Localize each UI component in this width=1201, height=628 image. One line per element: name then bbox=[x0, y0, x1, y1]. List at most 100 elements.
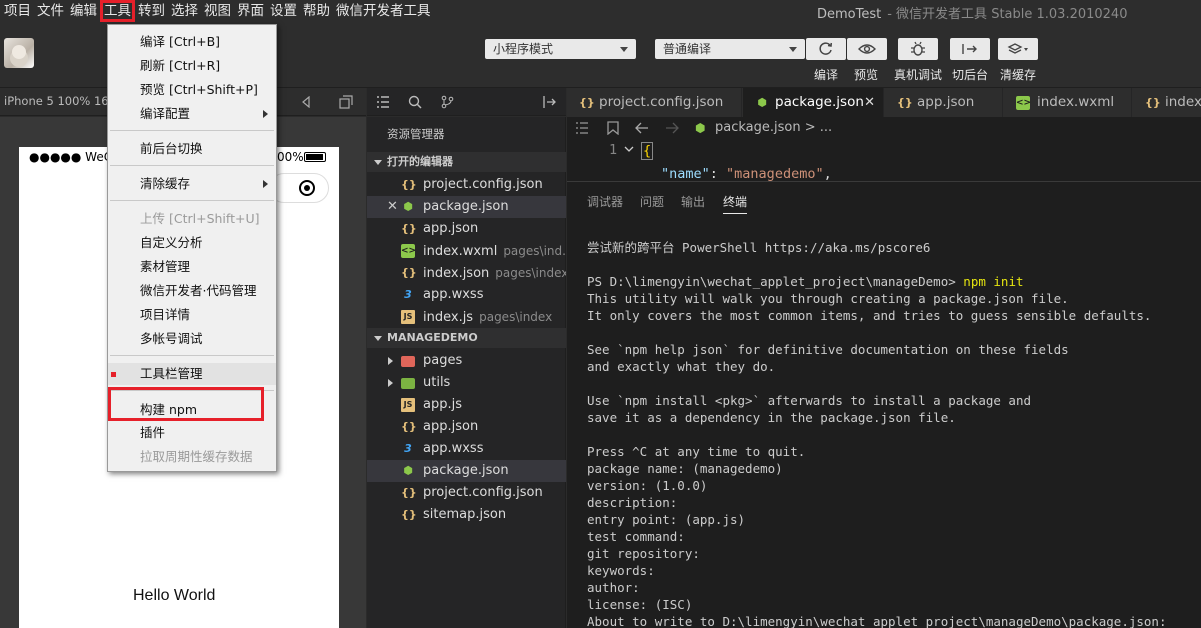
file-path: pages\index bbox=[479, 310, 553, 324]
open-editor-item[interactable]: {} project.config.json bbox=[367, 174, 566, 196]
file-name: project.config.json bbox=[423, 485, 543, 500]
menu-item-preview[interactable]: 预览 [Ctrl+Shift+P] bbox=[108, 79, 276, 101]
project-header[interactable]: MANAGEDEMO bbox=[367, 328, 566, 348]
bookmark-icon[interactable] bbox=[607, 121, 619, 135]
preview-label: 预览 bbox=[854, 68, 879, 82]
arrow-left-icon[interactable] bbox=[635, 122, 649, 134]
tab-problems[interactable]: 问题 bbox=[640, 193, 664, 210]
menu-settings[interactable]: 设置 bbox=[267, 0, 300, 22]
menu-item-foreground-background[interactable]: 前后台切换 bbox=[108, 138, 276, 160]
menu-help[interactable]: 帮助 bbox=[300, 0, 333, 22]
fold-chevron-icon[interactable] bbox=[624, 145, 634, 153]
tab-debugger[interactable]: 调试器 bbox=[587, 193, 623, 210]
tab-package-json[interactable]: ⬢ package.json ✕ bbox=[743, 88, 884, 117]
code-editor[interactable]: 1 { "name": "managedemo", bbox=[567, 139, 1201, 182]
menu-item-compile[interactable]: 编译 [Ctrl+B] bbox=[108, 31, 276, 53]
tree-item-folder[interactable]: utils bbox=[367, 372, 566, 394]
highlight-box bbox=[108, 387, 264, 421]
menu-item-compile-config[interactable]: 编译配置 bbox=[108, 103, 276, 125]
collapse-panel-icon[interactable] bbox=[543, 96, 557, 108]
menu-goto[interactable]: 转到 bbox=[135, 0, 168, 22]
tree-item-file[interactable]: {} project.config.json bbox=[367, 482, 566, 504]
open-editor-item[interactable]: JS index.js pages\index bbox=[367, 306, 566, 328]
terminal-line: Press ^C at any time to quit. bbox=[587, 444, 806, 459]
open-editor-item[interactable]: 3 app.wxss bbox=[367, 284, 566, 306]
real-debug-button[interactable] bbox=[898, 38, 938, 60]
menu-file[interactable]: 文件 bbox=[34, 0, 67, 22]
tree-item-file[interactable]: {} sitemap.json bbox=[367, 504, 566, 526]
tab-index-wxml[interactable]: <> index.wxml bbox=[1004, 88, 1132, 117]
close-icon[interactable]: ✕ bbox=[387, 196, 398, 218]
json-value: "managedemo" bbox=[726, 166, 824, 182]
tree-item-folder[interactable]: pages bbox=[367, 350, 566, 372]
open-editor-item[interactable]: <> index.wxml pages\ind... bbox=[367, 240, 566, 262]
menu-item-custom-analysis[interactable]: 自定义分析 bbox=[108, 232, 276, 254]
menu-wechat-devtools[interactable]: 微信开发者工具 bbox=[333, 0, 434, 22]
file-name: index.json bbox=[423, 266, 490, 281]
mode-select[interactable]: 小程序模式 bbox=[485, 39, 636, 59]
file-name: app.js bbox=[423, 397, 462, 412]
tab-terminal[interactable]: 终端 bbox=[723, 193, 748, 214]
compile-button[interactable] bbox=[806, 38, 846, 60]
tab-output[interactable]: 输出 bbox=[681, 193, 705, 210]
menu-item-project-details[interactable]: 项目详情 bbox=[108, 304, 276, 326]
refresh-icon bbox=[819, 42, 833, 55]
explorer-panel: 资源管理器 打开的编辑器 {} project.config.json ✕ ⬢ … bbox=[367, 117, 566, 628]
switch-icon bbox=[962, 44, 977, 54]
menu-item-code-management[interactable]: 微信开发者·代码管理 bbox=[108, 280, 276, 302]
compile-select[interactable]: 普通编译 bbox=[655, 39, 805, 59]
source-control-icon[interactable] bbox=[440, 95, 454, 109]
file-path: pages\index bbox=[495, 266, 566, 280]
arrow-right-icon[interactable] bbox=[665, 122, 679, 134]
menu-tools[interactable]: 工具 bbox=[100, 0, 135, 22]
menu-edit[interactable]: 编辑 bbox=[67, 0, 100, 22]
tab-index-json[interactable]: {} index bbox=[1133, 88, 1201, 117]
volume-icon[interactable] bbox=[300, 96, 312, 108]
menu-select[interactable]: 选择 bbox=[168, 0, 201, 22]
menu-item-asset-management[interactable]: 素材管理 bbox=[108, 256, 276, 278]
json-file-icon: {} bbox=[579, 96, 595, 109]
json-file-icon: {} bbox=[401, 420, 417, 433]
window-icon[interactable] bbox=[339, 95, 353, 109]
open-editor-item[interactable]: {} index.json pages\index bbox=[367, 262, 566, 284]
clear-cache-button[interactable] bbox=[998, 38, 1038, 60]
menu-project[interactable]: 项目 bbox=[0, 0, 34, 22]
list-icon[interactable] bbox=[376, 96, 390, 108]
menu-item-refresh[interactable]: 刷新 [Ctrl+R] bbox=[108, 55, 276, 77]
menu-item-clear-cache[interactable]: 清除缓存 bbox=[108, 173, 276, 195]
device-select[interactable]: iPhone 5 100% 16 ▾ bbox=[4, 94, 118, 108]
node-file-icon: ⬢ bbox=[695, 121, 706, 135]
open-editor-item[interactable]: {} app.json bbox=[367, 218, 566, 240]
list-icon[interactable] bbox=[575, 122, 589, 134]
terminal-line: keywords: bbox=[587, 563, 655, 578]
menu-item-toolbar-management[interactable]: 工具栏管理 bbox=[108, 363, 276, 385]
menu-interface[interactable]: 界面 bbox=[234, 0, 267, 22]
tree-item-file[interactable]: {} app.json bbox=[367, 416, 566, 438]
file-name: package.json bbox=[423, 199, 509, 214]
open-editors-header[interactable]: 打开的编辑器 bbox=[367, 152, 566, 172]
open-editor-item[interactable]: ✕ ⬢ package.json bbox=[367, 196, 566, 218]
tree-item-file[interactable]: 3 app.wxss bbox=[367, 438, 566, 460]
wxml-file-icon: <> bbox=[1016, 96, 1032, 110]
breadcrumb-path[interactable]: package.json > ... bbox=[715, 120, 832, 135]
terminal-line: test command: bbox=[587, 529, 685, 544]
tab-app-json[interactable]: {} app.json bbox=[885, 88, 1003, 117]
terminal-output[interactable]: 尝试新的跨平台 PowerShell https://aka.ms/pscore… bbox=[587, 239, 1166, 628]
tree-item-file[interactable]: JS app.js bbox=[367, 394, 566, 416]
terminal-prompt: PS D:\limengyin\wechat_applet_project\ma… bbox=[587, 274, 964, 289]
menu-view[interactable]: 视图 bbox=[201, 0, 234, 22]
menu-item-plugins[interactable]: 插件 bbox=[108, 422, 276, 444]
tab-project-config[interactable]: {} project.config.json bbox=[567, 88, 742, 117]
file-name: package.json bbox=[423, 463, 509, 478]
battery-icon bbox=[304, 152, 326, 162]
preview-button[interactable] bbox=[847, 38, 887, 60]
mode-select-value: 小程序模式 bbox=[493, 42, 554, 56]
search-icon[interactable] bbox=[408, 95, 422, 109]
chevron-right-icon bbox=[388, 357, 393, 365]
menu-item-multi-account-debug[interactable]: 多帐号调试 bbox=[108, 328, 276, 350]
avatar[interactable] bbox=[4, 38, 34, 68]
close-icon[interactable]: ✕ bbox=[864, 88, 875, 117]
tree-item-file[interactable]: ⬢ package.json bbox=[367, 460, 566, 482]
cut-backend-button[interactable] bbox=[950, 38, 990, 60]
record-icon[interactable] bbox=[299, 180, 315, 196]
